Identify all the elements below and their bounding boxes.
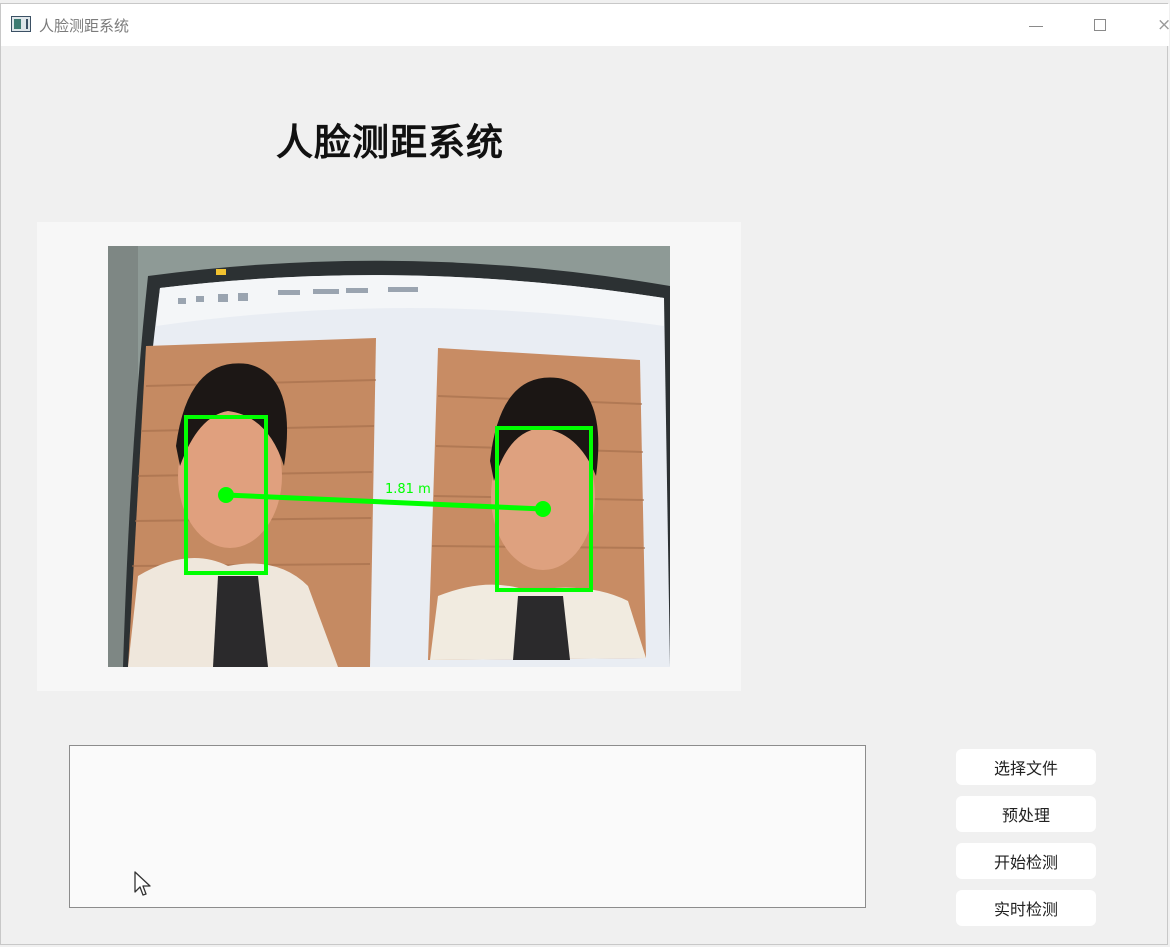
camera-frame: 1.81 m — [108, 246, 670, 667]
preprocess-button[interactable]: 预处理 — [956, 796, 1096, 832]
maximize-button[interactable] — [1068, 4, 1132, 46]
select-file-button[interactable]: 选择文件 — [956, 749, 1096, 785]
app-window-icon — [11, 16, 31, 32]
page-title: 人脸测距系统 — [276, 121, 504, 164]
output-text-box[interactable] — [69, 745, 866, 908]
close-icon: × — [1157, 14, 1170, 35]
realtime-detection-button[interactable]: 实时检测 — [956, 890, 1096, 926]
face-center-left — [218, 487, 234, 503]
minimize-button[interactable] — [1004, 4, 1068, 46]
distance-label: 1.81 m — [385, 482, 431, 497]
detection-result-image: 1.81 m — [108, 246, 670, 667]
close-button[interactable]: × — [1132, 4, 1170, 46]
start-detection-button[interactable]: 开始检测 — [956, 843, 1096, 879]
window-title: 人脸测距系统 — [39, 17, 130, 35]
mouse-cursor-icon — [134, 871, 151, 896]
maximize-icon — [1094, 19, 1106, 31]
face-center-right — [535, 501, 551, 517]
title-bar[interactable]: 人脸测距系统 × — [1, 4, 1170, 46]
minimize-icon — [1029, 25, 1043, 27]
